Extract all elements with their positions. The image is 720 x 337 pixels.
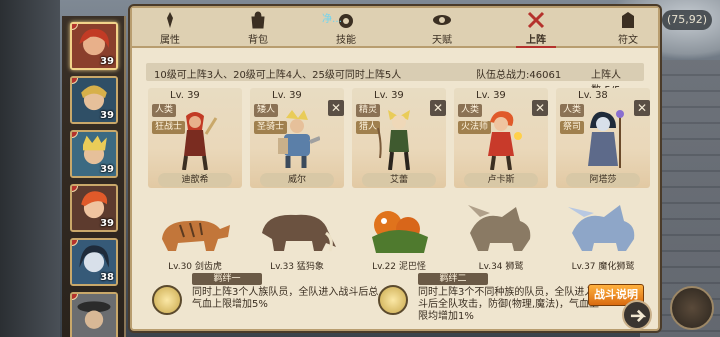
roster-hero-2[interactable]: 39 bbox=[70, 76, 118, 124]
tab-bag[interactable]: 背包 bbox=[228, 10, 288, 46]
bond-badge-icon bbox=[378, 285, 408, 315]
power-label: 队伍总战力: bbox=[476, 70, 530, 81]
hero-figure bbox=[278, 110, 320, 168]
skill-overlay-text: 净… bbox=[322, 14, 342, 25]
remove-hero-button[interactable]: ✕ bbox=[328, 100, 344, 116]
remove-hero-button[interactable]: ✕ bbox=[634, 100, 650, 116]
talent-icon bbox=[433, 15, 451, 25]
back-arrow-icon[interactable] bbox=[622, 300, 652, 330]
hero-figure bbox=[488, 111, 522, 170]
roster-hero-3[interactable]: 39 bbox=[70, 130, 118, 178]
tab-bar: 属性 背包 净… 技能 天赋 上阵 符文 bbox=[132, 8, 658, 48]
unit-slot-4[interactable]: Lv. 39 人类 火法师 ✕ 卢卡斯 Lv.34 狮鹫 bbox=[454, 88, 548, 273]
pet-name: Lv.22 泥巴怪 bbox=[372, 262, 426, 272]
pet-name: Lv.33 猛犸象 bbox=[270, 262, 324, 272]
unit-slot-5[interactable]: Lv. 38 人类 祭司 ✕ 阿塔莎 Lv.37 魔化狮鹫 bbox=[556, 88, 650, 273]
bond-two: 羁绊二 同时上阵3个不同种族的队员，全队进入战斗后全队攻击，防御(物理,魔法)，… bbox=[378, 273, 608, 328]
bond-desc: 同时上阵3个不同种族的队员，全队进入战斗后全队攻击，防御(物理,魔法)，气血上限… bbox=[418, 287, 605, 322]
hero-figure bbox=[182, 112, 218, 170]
hero-level: Lv. 39 bbox=[476, 90, 506, 101]
unit-slot-1[interactable]: Lv. 39 人类 狂战士 迪歆希 Lv.30 剑齿虎 bbox=[148, 88, 242, 273]
roster-level: 39 bbox=[100, 218, 114, 229]
tab-attribute[interactable]: 属性 bbox=[140, 10, 200, 46]
roster-hero-1[interactable]: 39 bbox=[70, 22, 118, 70]
roster-level: 39 bbox=[100, 56, 114, 67]
tab-rune[interactable]: 符文 bbox=[598, 10, 658, 46]
deploy-rule-text: 10级可上阵3人、20级可上阵4人、25级可同时上阵5人 bbox=[154, 70, 402, 81]
pet-figure bbox=[162, 220, 230, 251]
tab-label: 上阵 bbox=[526, 35, 546, 46]
pet-name: Lv.30 剑齿虎 bbox=[168, 262, 222, 272]
deploy-icon bbox=[527, 11, 545, 29]
team-power: 队伍总战力:46061 bbox=[476, 66, 561, 81]
tab-label: 背包 bbox=[248, 35, 268, 46]
bond-title: 羁绊一 bbox=[192, 273, 262, 285]
hero-name: 威尔 bbox=[260, 173, 334, 187]
bond-title: 羁绊二 bbox=[418, 273, 488, 285]
tab-deploy[interactable]: 上阵 bbox=[506, 10, 566, 48]
pet-name: Lv.34 狮鹫 bbox=[478, 262, 524, 272]
hero-name: 迪歆希 bbox=[158, 173, 232, 187]
hero-level: Lv. 39 bbox=[374, 90, 404, 101]
attribute-icon bbox=[167, 12, 173, 28]
roster-level: 39 bbox=[100, 110, 114, 121]
team-panel: 属性 背包 净… 技能 天赋 上阵 符文 10级可上阵3人、20级可上阵4人、2… bbox=[130, 6, 660, 331]
unit-slot-2[interactable]: Lv. 39 矮人 圣骑士 ✕ 威尔 Lv.33 猛犸象 bbox=[250, 88, 344, 273]
bond-badge-icon bbox=[152, 285, 182, 315]
hero-level: Lv. 39 bbox=[170, 90, 200, 101]
roster-level: 39 bbox=[100, 164, 114, 175]
hero-name: 卢卡斯 bbox=[464, 173, 538, 187]
pet-figure bbox=[468, 205, 531, 251]
hero-roster[interactable]: 39 39 39 39 38 bbox=[62, 16, 126, 337]
hero-name: 阿塔莎 bbox=[566, 173, 640, 187]
hero-figure bbox=[588, 110, 624, 168]
bond-desc: 同时上阵3个人族队员，全队进入战斗后总气血上限增加5% bbox=[192, 287, 379, 310]
remove-hero-button[interactable]: ✕ bbox=[532, 100, 548, 116]
tab-label: 符文 bbox=[618, 35, 638, 46]
remove-hero-button[interactable]: ✕ bbox=[430, 100, 446, 116]
pet-name: Lv.37 魔化狮鹫 bbox=[571, 262, 635, 272]
team-info-bar: 10级可上阵3人、20级可上阵4人、25级可同时上阵5人 队伍总战力:46061… bbox=[146, 63, 644, 96]
pet-figure bbox=[372, 211, 428, 253]
hero-level: Lv. 38 bbox=[578, 90, 608, 101]
tab-skill[interactable]: 净… 技能 bbox=[316, 10, 376, 46]
roster-level: 38 bbox=[100, 272, 114, 283]
hero-level: Lv. 39 bbox=[272, 90, 302, 101]
unit-slot-3[interactable]: Lv. 39 精灵 猎人 ✕ 艾蕾 Lv.22 泥巴怪 bbox=[352, 88, 446, 273]
rune-icon bbox=[622, 12, 634, 28]
roster-hero-4[interactable]: 39 bbox=[70, 184, 118, 232]
hero-figure bbox=[377, 110, 410, 170]
hero-name: 艾蕾 bbox=[362, 173, 436, 187]
pet-figure bbox=[262, 214, 336, 252]
roster-hero-6[interactable] bbox=[70, 292, 118, 337]
pet-figure bbox=[568, 205, 635, 251]
coordinate-readout: (75,92) bbox=[662, 10, 712, 30]
tab-label: 天赋 bbox=[432, 35, 452, 46]
power-value: 46061 bbox=[529, 70, 562, 81]
tab-label: 属性 bbox=[160, 35, 180, 46]
roster-hero-5[interactable]: 38 bbox=[70, 238, 118, 286]
tab-label: 技能 bbox=[336, 35, 356, 46]
hero-portrait bbox=[72, 294, 116, 337]
bond-one: 羁绊一 同时上阵3个人族队员，全队进入战斗后总气血上限增加5% bbox=[152, 273, 382, 328]
bag-icon bbox=[251, 11, 265, 29]
side-action-icon[interactable] bbox=[670, 286, 714, 330]
tab-talent[interactable]: 天赋 bbox=[412, 10, 472, 46]
